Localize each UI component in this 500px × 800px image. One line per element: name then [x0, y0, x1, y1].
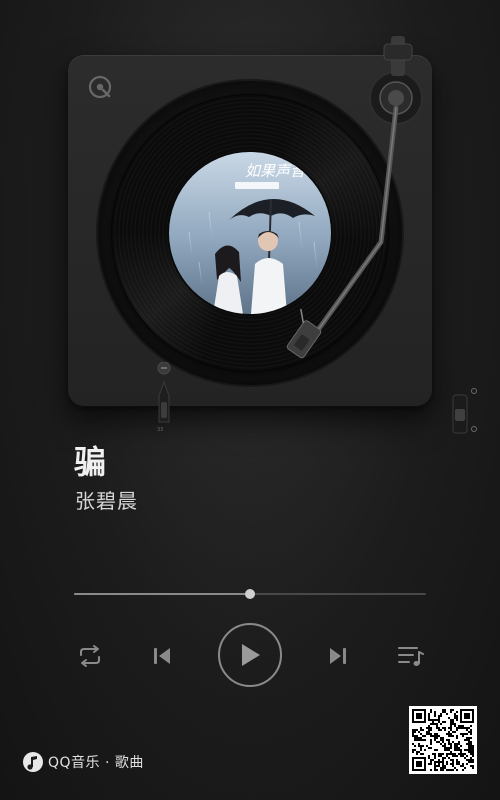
volume-switch[interactable] [451, 385, 481, 439]
playlist-icon [398, 647, 424, 666]
qr-code [409, 706, 477, 774]
qq-music-logo-icon [88, 75, 112, 99]
turntable: 如果声音不记得 · · · · · · · · · · 33 [68, 55, 477, 434]
turntable-platter: 如果声音不记得 · · · · · · · · · · [98, 81, 402, 385]
qq-music-note-icon [23, 752, 43, 772]
vinyl-record: 如果声音不记得 · · · · · · · · · · [112, 95, 388, 371]
qr-code-image [412, 709, 474, 771]
album-cover: 如果声音不记得 · · · · · · · · · · [169, 152, 331, 314]
skip-previous-icon [154, 648, 170, 664]
progress-knob[interactable] [245, 589, 255, 599]
playlist-button[interactable] [396, 642, 426, 670]
repeat-icon [80, 645, 100, 667]
album-cover-art: 如果声音不记得 · · · · · · · · · · [169, 152, 331, 314]
footer-brand: QQ音乐 · 歌曲 [22, 751, 144, 773]
footer-brand-label: QQ音乐 · 歌曲 [48, 755, 144, 771]
previous-button[interactable] [150, 642, 174, 670]
skip-next-icon [330, 648, 346, 664]
artist-name: 张碧晨 [75, 489, 138, 513]
next-button[interactable] [326, 642, 350, 670]
play-button[interactable] [218, 623, 282, 687]
progress-bar[interactable] [74, 586, 426, 602]
repeat-button[interactable] [76, 642, 104, 670]
song-title: 骗 [74, 443, 108, 481]
svg-text:33: 33 [157, 427, 163, 432]
svg-text:· · · · · · · · · ·: · · · · · · · · · · [265, 162, 289, 167]
speed-switch[interactable]: 33 [157, 362, 171, 432]
progress-fill [74, 593, 250, 595]
play-icon [242, 644, 260, 666]
